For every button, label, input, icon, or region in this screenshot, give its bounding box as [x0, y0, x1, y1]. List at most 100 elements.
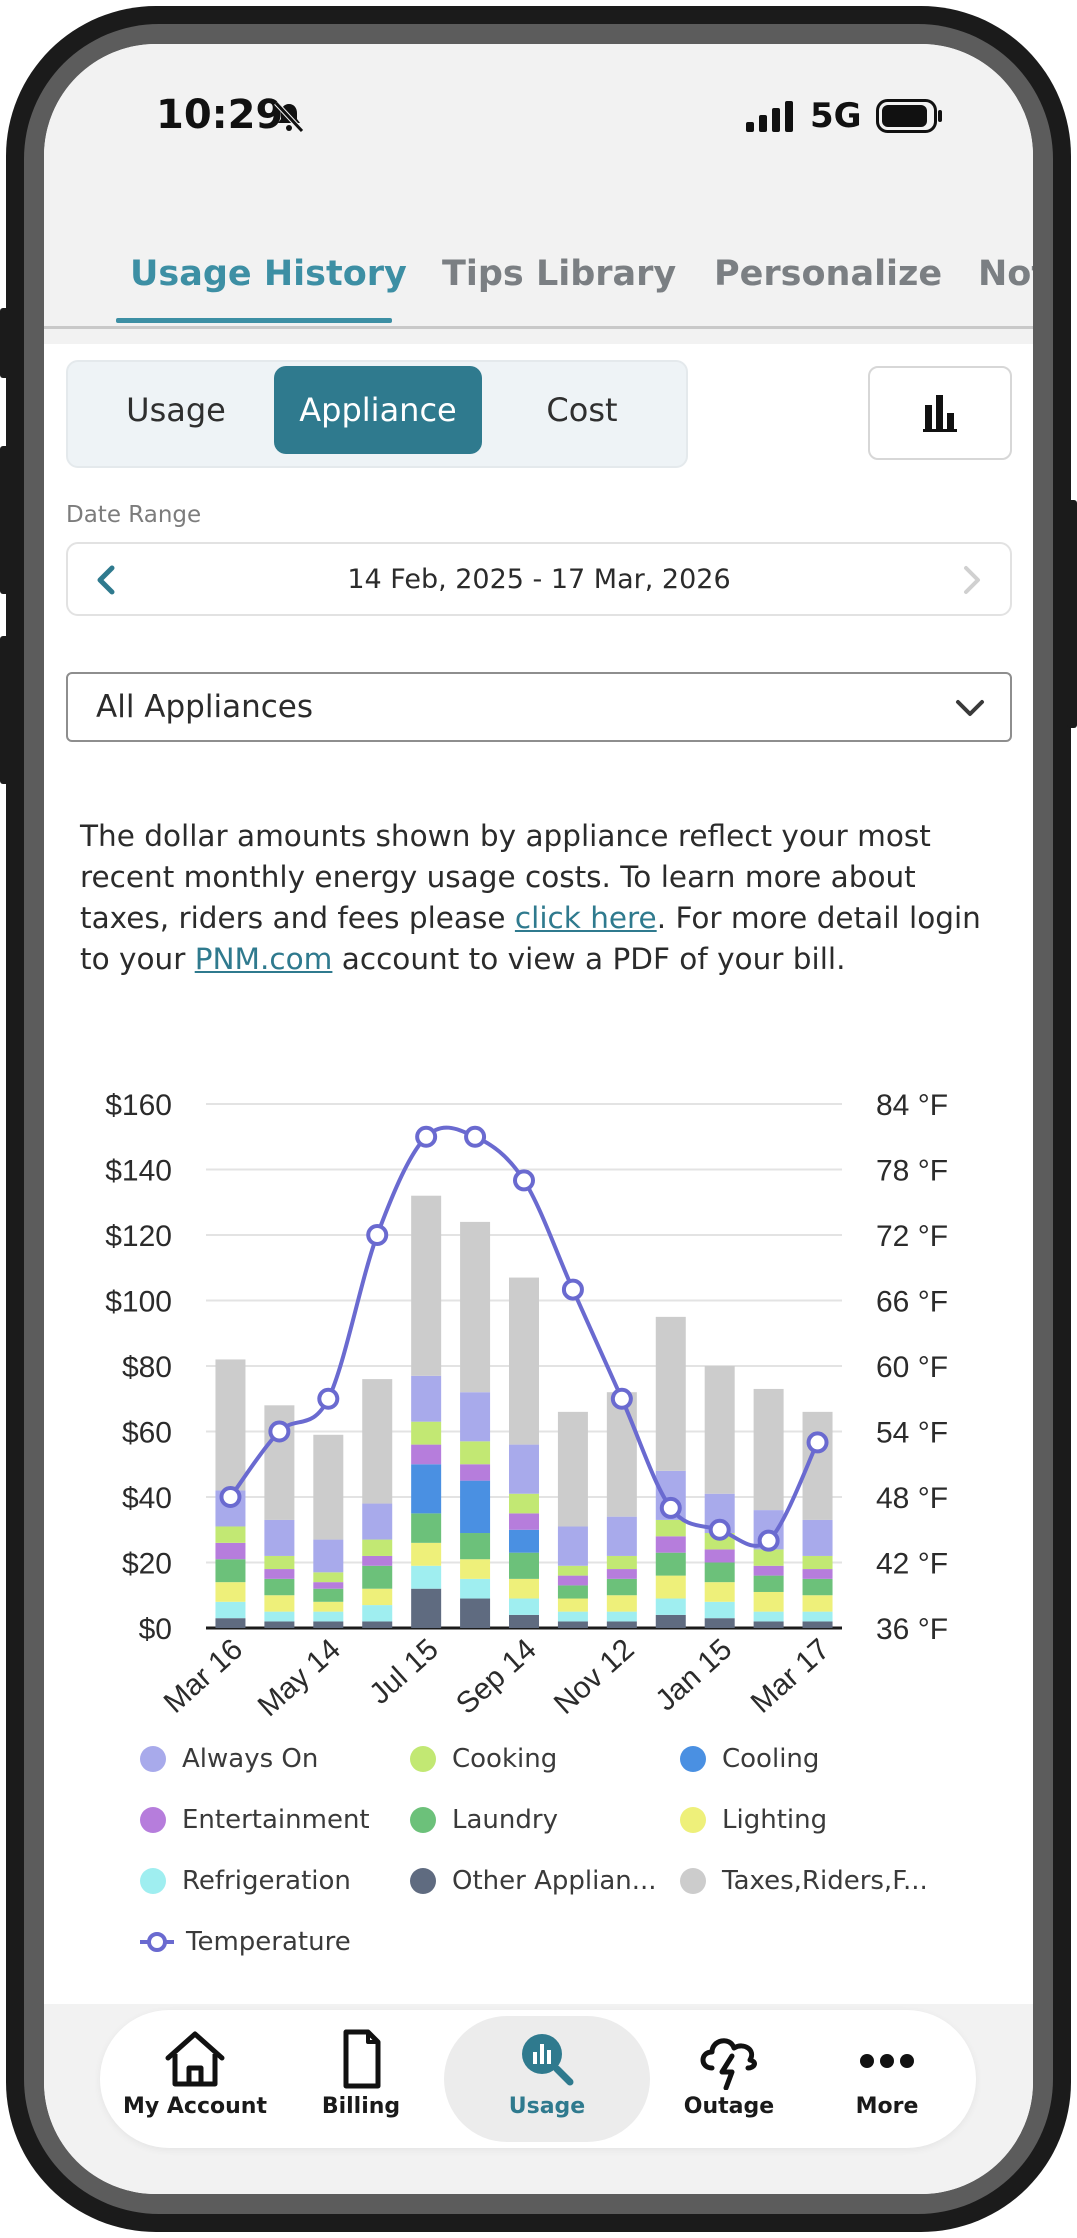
legend-item[interactable]: Temperature — [140, 1927, 351, 1957]
temperature-point — [806, 1431, 829, 1454]
bar-segment — [460, 1578, 491, 1599]
bar-segment — [264, 1595, 295, 1612]
x-tick-label: Mar 17 — [745, 1633, 836, 1720]
bar-segment — [509, 1578, 539, 1599]
bar-segment — [460, 1533, 491, 1560]
bar-segment — [753, 1549, 784, 1566]
nav-label-my-account: My Account — [123, 2094, 267, 2119]
legend-item[interactable]: Taxes,Riders,F... — [680, 1866, 928, 1896]
legend-item[interactable]: Always On — [140, 1744, 318, 1774]
bar-segment — [557, 1565, 588, 1576]
bar-segment — [313, 1601, 344, 1612]
tab-tips-library[interactable]: Tips Library — [442, 254, 676, 294]
bar-segment — [264, 1578, 295, 1596]
bar-segment — [362, 1539, 393, 1556]
bar-segment — [606, 1516, 637, 1556]
bar-segment — [460, 1392, 491, 1442]
temperature-point — [219, 1486, 242, 1508]
bar-segment — [411, 1195, 442, 1376]
legend-label: Temperature — [186, 1927, 351, 1957]
legend-swatch — [680, 1746, 706, 1772]
date-range-label: Date Range — [66, 502, 202, 528]
y-left-tick-label: $0 — [139, 1613, 172, 1646]
bar-segment — [557, 1611, 588, 1622]
bar-segment — [655, 1575, 686, 1599]
bar-segment — [802, 1611, 833, 1622]
tab-personalize[interactable]: Personalize — [714, 254, 942, 294]
volume-up-button — [0, 446, 10, 594]
bar-segment — [606, 1611, 637, 1622]
legend-item[interactable]: Cooling — [680, 1744, 819, 1774]
bar-segment — [460, 1464, 491, 1481]
bar-segment — [362, 1621, 393, 1628]
nav-outage[interactable]: Outage — [654, 2016, 804, 2142]
info-text-part-3: account to view a PDF of your bill. — [332, 942, 846, 976]
bar-segment — [313, 1434, 344, 1540]
pnm-link[interactable]: PNM.com — [195, 942, 333, 976]
legend-marker — [147, 1932, 167, 1952]
nav-my-account[interactable]: My Account — [120, 2016, 270, 2142]
y-right-tick-label: 48 °F — [876, 1482, 948, 1515]
legend-swatch — [140, 1746, 166, 1772]
bar-segment — [313, 1588, 344, 1602]
legend-item[interactable]: Cooking — [410, 1744, 557, 1774]
tab-notifications[interactable]: Not — [978, 254, 1033, 294]
temperature-point — [708, 1518, 731, 1541]
bar-segment — [606, 1569, 637, 1579]
y-left-tick-label: $60 — [122, 1417, 172, 1450]
bar-segment — [557, 1411, 588, 1527]
legend-item[interactable]: Refrigeration — [140, 1866, 351, 1896]
app-screen: 10:29 5G Usage History Tips Library Pers… — [44, 44, 1033, 2194]
nav-usage[interactable]: Usage — [444, 2016, 650, 2142]
bar-segment — [655, 1316, 686, 1471]
nav-label-more: More — [855, 2094, 919, 2119]
temperature-point — [366, 1224, 389, 1246]
bar-segment — [411, 1444, 442, 1465]
bar-segment — [509, 1598, 539, 1615]
chevron-right-icon[interactable] — [954, 560, 990, 600]
bar-segment — [215, 1542, 246, 1560]
segment-appliance[interactable]: Appliance — [274, 366, 482, 454]
nav-billing[interactable]: Billing — [286, 2016, 436, 2142]
appliance-filter-dropdown[interactable]: All Appliances — [66, 672, 1012, 742]
legend-label: Taxes,Riders,F... — [722, 1866, 928, 1896]
battery-icon — [876, 99, 942, 133]
temperature-point — [317, 1387, 340, 1410]
segment-usage[interactable]: Usage — [76, 366, 276, 454]
x-tick-label: Jan 15 — [649, 1633, 738, 1718]
chart-type-button[interactable] — [868, 366, 1012, 460]
y-left-tick-label: $80 — [122, 1351, 172, 1384]
bar-segment — [460, 1221, 491, 1393]
y-left-tick-label: $40 — [122, 1482, 172, 1515]
bar-segment — [509, 1513, 539, 1530]
bar-segment — [411, 1513, 442, 1543]
legend-item[interactable]: Laundry — [410, 1805, 558, 1835]
bell-slash-icon — [274, 101, 304, 133]
bar-segment — [509, 1493, 539, 1514]
date-range-picker: 14 Feb, 2025 - 17 Mar, 2026 — [66, 542, 1012, 616]
bar-segment — [362, 1503, 393, 1540]
legend-item[interactable]: Lighting — [680, 1805, 827, 1835]
legend-label: Always On — [182, 1744, 319, 1774]
bar-segment — [655, 1552, 686, 1576]
bar-segment — [655, 1614, 686, 1628]
y-right-tick-label: 54 °F — [876, 1417, 948, 1450]
bar-segment — [411, 1421, 442, 1445]
bar-segment — [362, 1555, 393, 1566]
legend-item[interactable]: Entertainment — [140, 1805, 370, 1835]
bar-segment — [802, 1621, 833, 1628]
nav-more[interactable]: More — [812, 2016, 962, 2142]
bar-segment — [313, 1621, 344, 1628]
bar-segment — [264, 1569, 295, 1579]
legend-item[interactable]: Other Applian... — [410, 1866, 657, 1896]
click-here-link[interactable]: click here — [515, 901, 657, 935]
bar-segment — [264, 1519, 295, 1556]
segment-cost[interactable]: Cost — [482, 366, 682, 454]
cost-info-text: The dollar amounts shown by appliance re… — [80, 816, 1000, 980]
legend-label: Lighting — [722, 1805, 828, 1835]
bar-segment — [557, 1585, 588, 1599]
appliance-cost-chart: $0 $20 $40 $60 $80 $100 $120 $140 $160 36 °F 42 °F… — [105, 1089, 948, 1723]
tab-usage-history[interactable]: Usage History — [130, 254, 407, 294]
storm-cloud-icon — [700, 2038, 757, 2090]
legend-label: Laundry — [452, 1805, 558, 1835]
